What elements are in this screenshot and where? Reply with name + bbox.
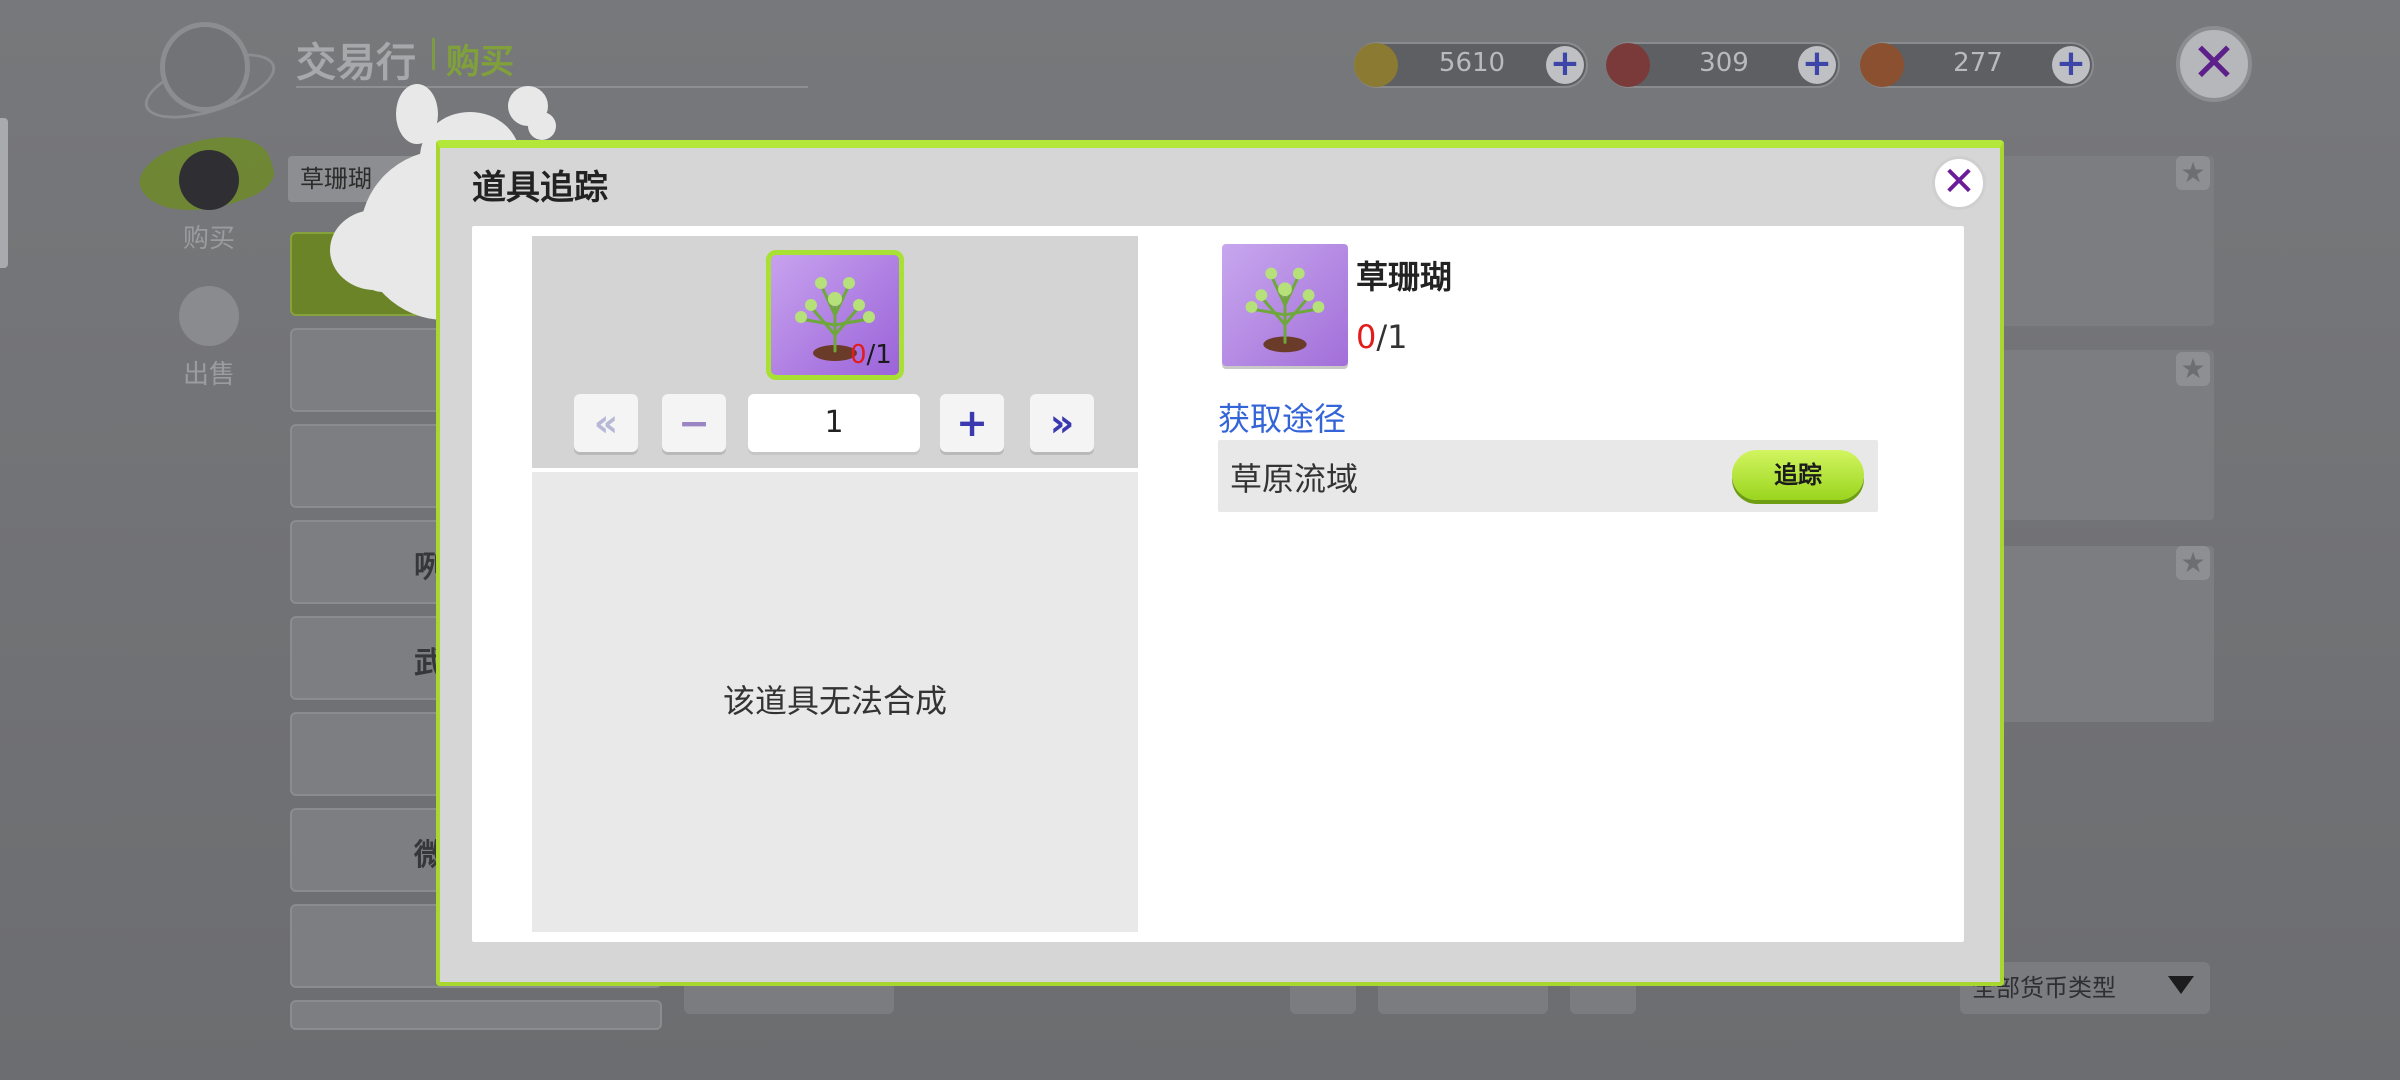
slot-owned-count: 0 bbox=[850, 340, 867, 370]
slot-required-count: /1 bbox=[866, 340, 892, 370]
quantity-field[interactable]: 1 bbox=[748, 394, 920, 452]
add-red-ticket-button[interactable]: + bbox=[1798, 46, 1836, 84]
quantity-increase-button[interactable]: + bbox=[940, 394, 1004, 452]
star-icon[interactable]: ★ bbox=[2176, 156, 2210, 190]
currency-red-ticket: 309 + bbox=[1606, 42, 1840, 88]
quantity-max-button[interactable]: » bbox=[1030, 394, 1094, 452]
add-orange-ticket-button[interactable]: + bbox=[2052, 46, 2090, 84]
slot-count: 0/1 bbox=[850, 340, 892, 370]
chevron-down-icon bbox=[2168, 976, 2194, 994]
obtain-sources-title: 获取途径 bbox=[1218, 400, 1347, 438]
item-required-count: /1 bbox=[1376, 318, 1408, 356]
tab-sell[interactable]: 出售 bbox=[154, 286, 264, 391]
coral-item-icon bbox=[1245, 267, 1325, 353]
item-owned-count: 0 bbox=[1356, 318, 1377, 356]
tab-buy[interactable]: 购买 bbox=[154, 150, 264, 255]
source-name: 草原流域 bbox=[1230, 460, 1359, 498]
track-button[interactable]: 追踪 bbox=[1732, 450, 1864, 500]
trading-house-logo-icon bbox=[160, 22, 250, 112]
tab-buy-label: 购买 bbox=[182, 224, 235, 254]
currency-orange-ticket: 277 + bbox=[1860, 42, 2094, 88]
page-title: 交易行 bbox=[296, 40, 416, 86]
cannot-craft-message: 该道具无法合成 bbox=[722, 682, 947, 720]
page-subtitle: 购买 bbox=[446, 42, 514, 82]
currency-gold-value: 5610 bbox=[1438, 48, 1506, 78]
tab-sell-label: 出售 bbox=[182, 360, 235, 390]
star-icon[interactable]: ★ bbox=[2176, 546, 2210, 580]
item-name: 草珊瑚 bbox=[1356, 258, 1453, 296]
dialog-title: 道具追踪 bbox=[472, 168, 608, 208]
gold-coin-icon bbox=[1354, 43, 1398, 87]
red-ticket-icon bbox=[1606, 43, 1650, 87]
money-bag-icon bbox=[179, 286, 239, 346]
star-icon[interactable]: ★ bbox=[2176, 352, 2210, 386]
close-trading-house-button[interactable]: ✕ bbox=[2176, 26, 2252, 102]
basket-icon bbox=[179, 150, 239, 210]
category-item[interactable] bbox=[290, 1000, 662, 1030]
currency-gold: 5610 + bbox=[1354, 42, 1588, 88]
add-gold-button[interactable]: + bbox=[1546, 46, 1584, 84]
orange-ticket-icon bbox=[1860, 43, 1904, 87]
quantity-min-button[interactable]: « bbox=[574, 394, 638, 452]
title-underline bbox=[296, 86, 808, 88]
item-count: 0/1 bbox=[1356, 318, 1408, 356]
item-preview bbox=[1222, 244, 1348, 366]
currency-orange-value: 277 bbox=[1953, 48, 2003, 78]
close-dialog-button[interactable]: ✕ bbox=[1932, 156, 1986, 210]
currency-red-value: 309 bbox=[1699, 48, 1749, 78]
edge-handle[interactable] bbox=[0, 118, 8, 268]
quantity-decrease-button[interactable]: − bbox=[662, 394, 726, 452]
title-separator bbox=[432, 38, 435, 70]
